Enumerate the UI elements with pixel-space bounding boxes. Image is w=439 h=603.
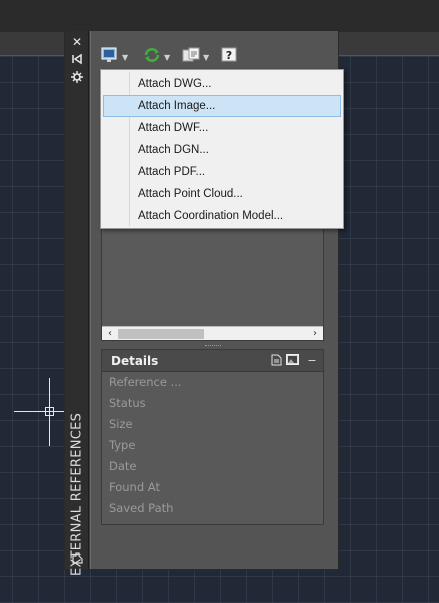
chevron-down-icon: ▼ [164, 52, 171, 62]
detail-saved-path: Saved Path [109, 501, 174, 515]
collapse-icon[interactable]: − [305, 354, 319, 368]
help-button[interactable]: ? [221, 47, 237, 67]
change-path-button[interactable]: ▼ [182, 47, 209, 67]
refresh-button[interactable]: ▼ [143, 47, 170, 67]
menu-item-attach-dwf[interactable]: Attach DWF... [103, 117, 341, 139]
application-top-bar [0, 0, 439, 32]
details-title: Details [111, 353, 159, 368]
horizontal-scrollbar[interactable]: ‹ › [102, 326, 323, 340]
close-icon[interactable]: ✕ [70, 35, 84, 49]
detail-date: Date [109, 459, 137, 473]
chevron-down-icon: ▼ [203, 52, 210, 62]
scrollbar-thumb[interactable] [118, 329, 204, 339]
details-view-icon[interactable] [269, 354, 283, 368]
svg-text:?: ? [226, 49, 232, 62]
preview-icon[interactable] [285, 354, 299, 368]
scroll-left-icon[interactable]: ‹ [104, 327, 116, 341]
change-path-icon [182, 47, 200, 67]
menu-item-attach-point-cloud[interactable]: Attach Point Cloud... [103, 183, 341, 205]
detail-reference-name: Reference ... [109, 375, 182, 389]
drawing-canvas[interactable] [0, 57, 64, 603]
attach-dwg-dropdown-button[interactable]: ▼ [101, 47, 128, 67]
attach-dropdown-menu: Attach DWG... Attach Image... Attach DWF… [100, 69, 344, 229]
palette-menu-icon[interactable] [69, 550, 85, 566]
menu-item-attach-dwg[interactable]: Attach DWG... [103, 73, 341, 95]
details-pane: Details − Reference ... Status Size Type… [101, 349, 324, 525]
palette-toolbar: ▼ ▼ ▼ ? [91, 31, 338, 71]
detail-found-at: Found At [109, 480, 160, 494]
chevron-down-icon: ▼ [122, 52, 129, 62]
menu-item-attach-coordination-model[interactable]: Attach Coordination Model... [103, 205, 341, 227]
details-header: Details − [102, 350, 323, 372]
help-icon: ? [221, 47, 237, 67]
scroll-right-icon[interactable]: › [309, 327, 321, 341]
properties-icon[interactable] [70, 71, 84, 85]
menu-item-attach-pdf[interactable]: Attach PDF... [103, 161, 341, 183]
menu-item-attach-dgn[interactable]: Attach DGN... [103, 139, 341, 161]
crosshair-pickbox [45, 407, 54, 416]
detail-size: Size [109, 417, 133, 431]
palette-title: EXTERNAL REFERENCES [69, 412, 85, 576]
menu-item-attach-image[interactable]: Attach Image... [103, 95, 341, 117]
refresh-icon [143, 47, 161, 67]
detail-type: Type [109, 438, 136, 452]
attach-dwg-dropdown-icon [101, 47, 119, 67]
detail-status: Status [109, 396, 146, 410]
auto-hide-icon[interactable] [70, 53, 84, 67]
palette-title-strip: ✕ EXTERNAL REFERENCES [65, 31, 89, 576]
splitter-grip [205, 345, 221, 347]
